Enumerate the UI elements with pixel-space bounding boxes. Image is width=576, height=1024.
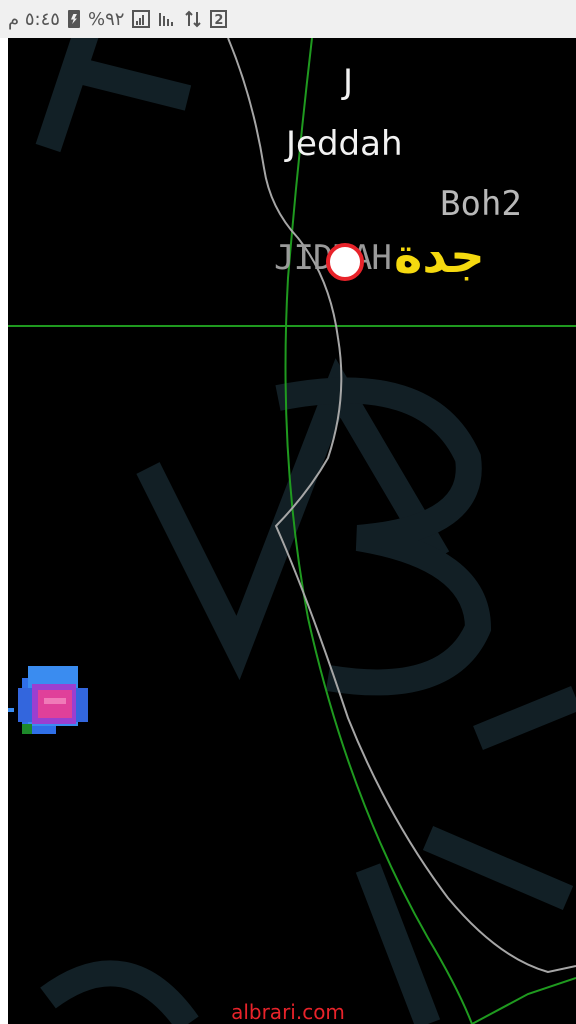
status-bar: ٥:٤٥ م %٩٢ 2	[0, 0, 576, 38]
city-marker[interactable]	[326, 243, 364, 281]
battery-charging-icon	[67, 8, 80, 30]
data-arrows-icon	[184, 8, 202, 30]
site-watermark: albrari.com	[231, 1000, 345, 1024]
label-boh2: Boh2	[440, 184, 522, 224]
signal-icon	[158, 8, 176, 30]
label-jeddah: Jeddah	[286, 124, 403, 164]
sim-2-icon: 2	[210, 8, 228, 30]
radar-echo	[8, 666, 88, 734]
signal-icon	[132, 8, 151, 30]
label-j: J	[343, 62, 354, 102]
radar-map[interactable]: J Jeddah Boh2 JIDDAH جدة	[8, 38, 576, 1024]
status-bar-left: ٥:٤٥ م %٩٢ 2	[8, 8, 228, 30]
label-jeddah-arabic: جدة	[394, 228, 485, 284]
clock: ٥:٤٥ م	[8, 8, 60, 30]
battery-percent: %٩٢	[87, 8, 125, 30]
